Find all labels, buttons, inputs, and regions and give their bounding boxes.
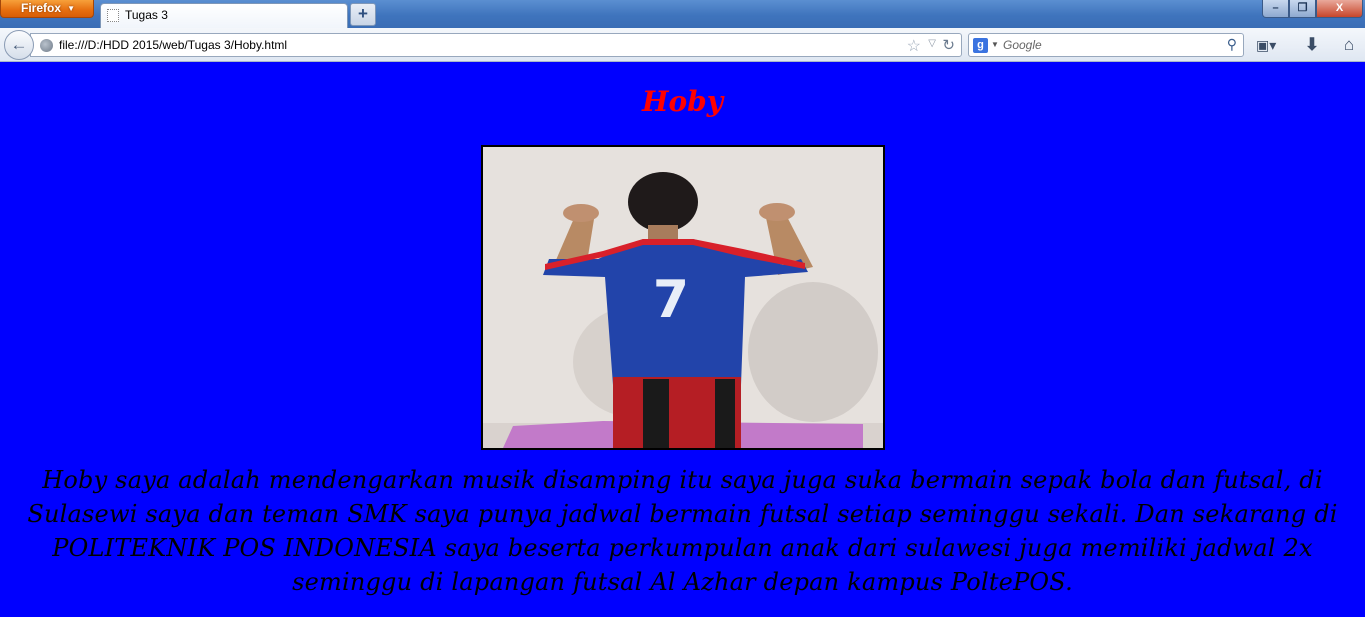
restore-button[interactable]: ❐: [1289, 0, 1316, 18]
firefox-menu-label: Firefox: [21, 1, 62, 15]
address-bar[interactable]: file:///D:/HDD 2015/web/Tugas 3/Hoby.htm…: [30, 33, 962, 57]
globe-icon: [40, 39, 53, 52]
blank-page-icon: [107, 9, 119, 22]
tab-title: Tugas 3: [125, 8, 168, 22]
window-controls: – ❐ X: [1262, 0, 1363, 18]
search-input[interactable]: [1003, 37, 1213, 53]
back-button[interactable]: ←: [4, 30, 34, 60]
reload-icon[interactable]: ↻: [942, 36, 955, 54]
hobby-photo: 7: [481, 145, 885, 450]
tab-tugas-3[interactable]: Tugas 3: [100, 3, 348, 28]
page-content: Hoby 7 Hoby saya adalah mendengarkan mus…: [0, 63, 1365, 617]
title-bar: Firefox ▼ Tugas 3 + – ❐ X: [0, 0, 1365, 28]
history-dropdown-icon[interactable]: ▽: [928, 38, 936, 49]
search-bar[interactable]: g ▼ ⚲: [968, 33, 1244, 57]
google-icon[interactable]: g: [973, 38, 988, 53]
photo-illustration: 7: [483, 147, 883, 448]
bookmarks-icon: ▣▾: [1256, 37, 1277, 53]
back-arrow-icon: ←: [10, 35, 28, 54]
home-icon: ⌂: [1343, 35, 1355, 54]
minimize-button[interactable]: –: [1262, 0, 1289, 18]
bookmark-star-icon[interactable]: ☆: [907, 36, 921, 56]
downloads-button[interactable]: ⬇: [1302, 34, 1322, 56]
home-button[interactable]: ⌂: [1338, 34, 1360, 56]
hobby-description: Hoby saya adalah mendengarkan musik disa…: [27, 466, 1338, 596]
page-title: Hoby: [642, 85, 723, 118]
address-text[interactable]: file:///D:/HDD 2015/web/Tugas 3/Hoby.htm…: [59, 38, 287, 52]
close-button[interactable]: X: [1316, 0, 1363, 18]
firefox-menu-button[interactable]: Firefox ▼: [0, 0, 94, 18]
chevron-down-icon: ▼: [67, 4, 75, 13]
new-tab-button[interactable]: +: [350, 3, 376, 26]
chevron-down-icon[interactable]: ▼: [991, 40, 999, 49]
download-arrow-icon: ⬇: [1304, 35, 1320, 54]
bookmarks-menu-button[interactable]: ▣▾: [1256, 36, 1286, 54]
navigation-toolbar: file:///D:/HDD 2015/web/Tugas 3/Hoby.htm…: [0, 28, 1365, 62]
jersey-number: 7: [653, 270, 689, 330]
search-icon[interactable]: ⚲: [1227, 36, 1237, 53]
